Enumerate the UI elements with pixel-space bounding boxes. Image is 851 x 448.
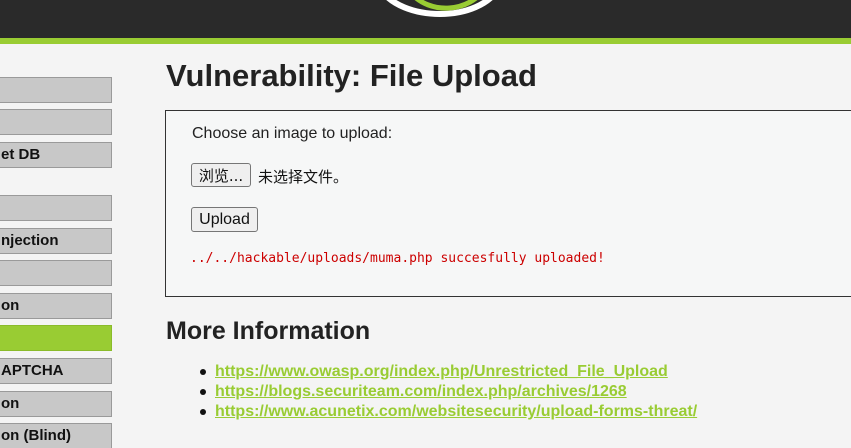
sidebar-item-sql-injection[interactable]: on	[0, 391, 112, 417]
upload-form: Choose an image to upload: 浏览... 未选择文件。 …	[165, 110, 851, 297]
page-title: Vulnerability: File Upload	[166, 58, 537, 93]
more-information-heading: More Information	[166, 317, 371, 345]
list-item: https://www.acunetix.com/websitesecurity…	[200, 402, 697, 422]
sidebar-item-sql-injection-blind[interactable]: on (Blind)	[0, 423, 112, 448]
dvwa-logo-swirl-icon	[386, 0, 493, 17]
header-accent-stripe	[0, 38, 851, 44]
upload-prompt: Choose an image to upload:	[192, 125, 393, 142]
bullet-icon	[200, 388, 206, 395]
list-item: https://blogs.securiteam.com/index.php/a…	[200, 382, 697, 402]
sidebar-item-4[interactable]	[0, 195, 112, 221]
no-file-selected-text: 未选择文件。	[258, 168, 349, 186]
sidebar-item-reset-db[interactable]: et DB	[0, 142, 112, 168]
more-information-links: https://www.owasp.org/index.php/Unrestri…	[200, 362, 697, 422]
sidebar-item-6[interactable]	[0, 260, 112, 286]
upload-result-message: ../../hackable/uploads/muma.php succesfu…	[190, 251, 605, 266]
sidebar-item-2[interactable]	[0, 109, 112, 135]
browse-file-button[interactable]: 浏览...	[191, 163, 251, 187]
list-item: https://www.owasp.org/index.php/Unrestri…	[200, 362, 697, 382]
bullet-icon	[200, 368, 206, 375]
owasp-link[interactable]: https://www.owasp.org/index.php/Unrestri…	[215, 363, 668, 380]
header-bar	[0, 0, 851, 38]
securiteam-link[interactable]: https://blogs.securiteam.com/index.php/a…	[215, 383, 627, 400]
sidebar-item-file-inclusion[interactable]: on	[0, 293, 112, 319]
sidebar-item-insecure-captcha[interactable]: APTCHA	[0, 358, 112, 384]
acunetix-link[interactable]: https://www.acunetix.com/websitesecurity…	[215, 403, 697, 420]
bullet-icon	[200, 408, 206, 415]
sidebar-item-command-injection[interactable]: njection	[0, 228, 112, 254]
sidebar-item-1[interactable]	[0, 77, 112, 103]
sidebar-item-file-upload[interactable]	[0, 325, 112, 351]
upload-button[interactable]: Upload	[191, 207, 258, 232]
